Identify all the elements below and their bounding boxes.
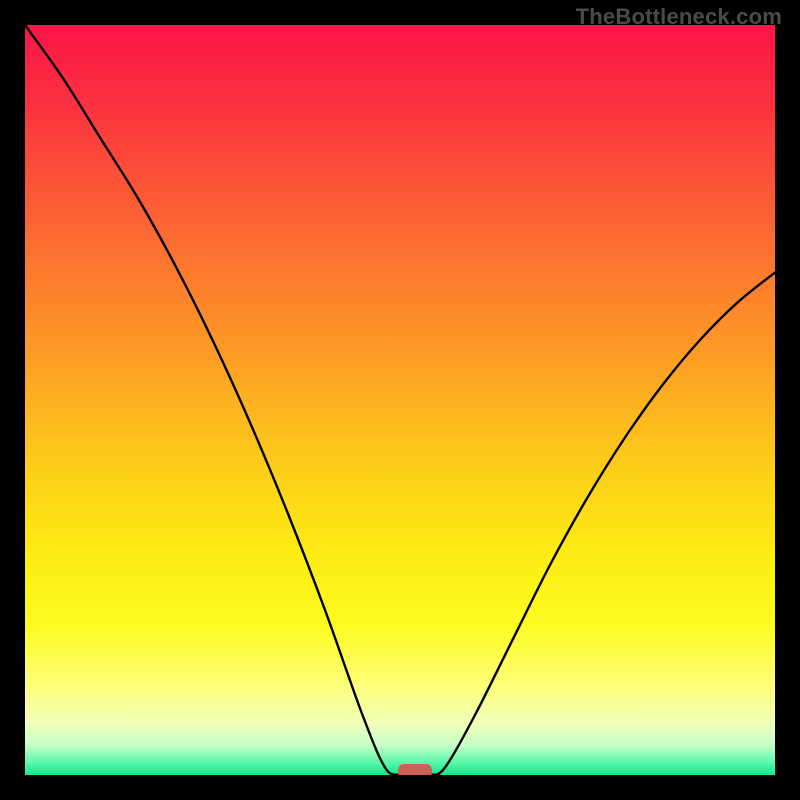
gradient-background <box>25 25 775 775</box>
plot-area <box>25 25 775 775</box>
bottleneck-chart <box>25 25 775 775</box>
watermark-text: TheBottleneck.com <box>576 4 782 30</box>
chart-frame: TheBottleneck.com <box>0 0 800 800</box>
optimal-marker <box>398 764 432 775</box>
